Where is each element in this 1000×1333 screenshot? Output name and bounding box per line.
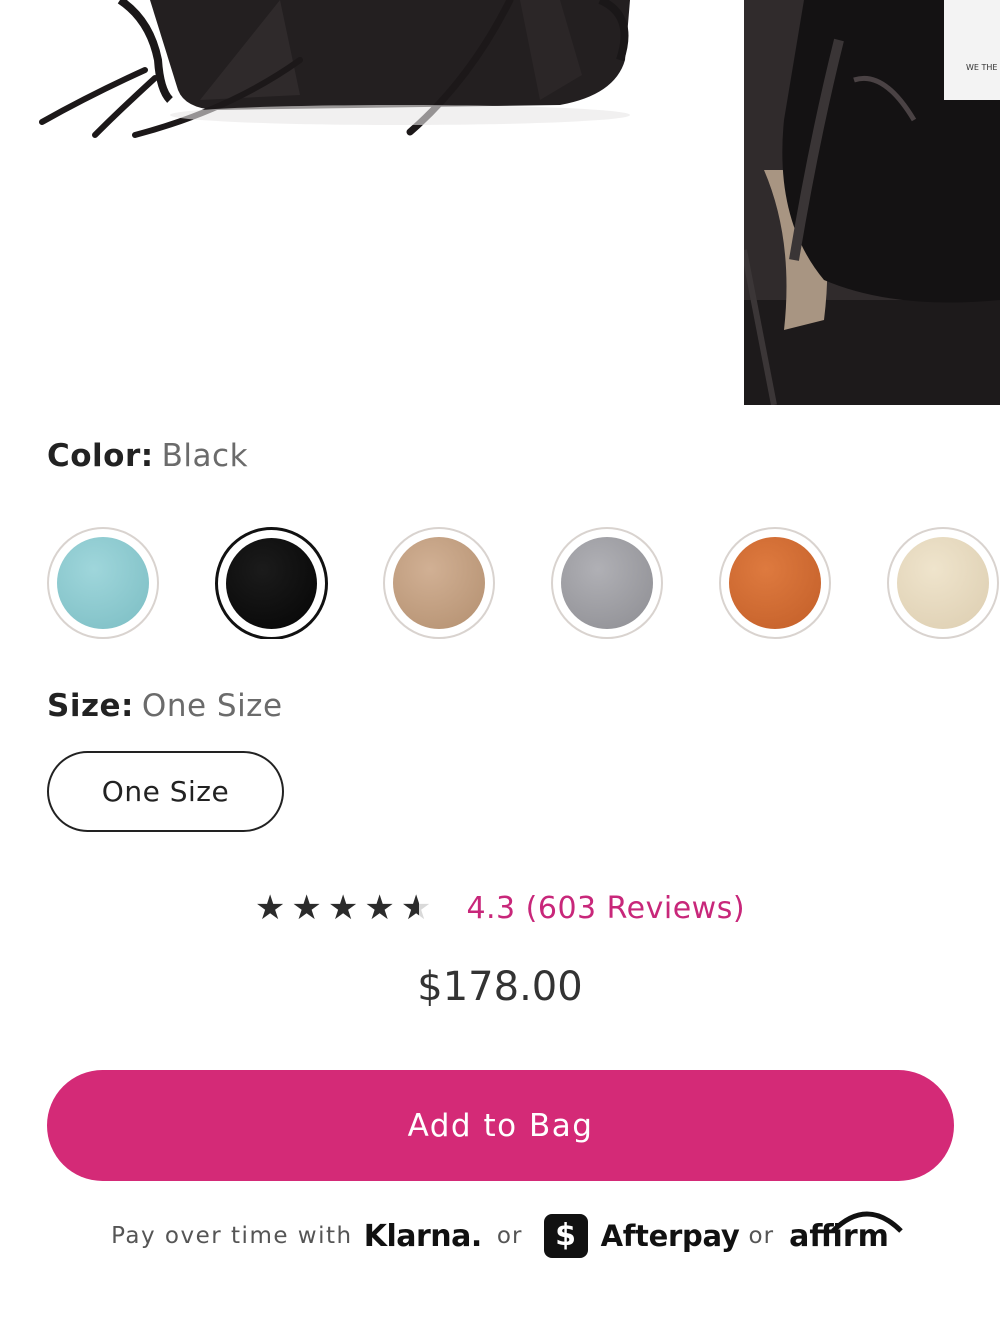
svg-text:WE THE: WE THE [966, 63, 997, 72]
rating-summary: ★★★★★ 4.3 (603 Reviews) [0, 888, 1000, 938]
swatch-cream-fill [897, 537, 989, 629]
swatch-grey[interactable] [551, 527, 663, 639]
bag-closeup-image: WE THE [744, 0, 1000, 405]
swatch-turquoise[interactable] [47, 527, 159, 639]
selected-size-value: One Size [141, 688, 283, 724]
size-label-key: Size: [47, 688, 134, 724]
color-label-key: Color: [47, 438, 154, 474]
payment-prefix-text: Pay over time with [111, 1223, 353, 1249]
size-option-one-size[interactable]: One Size [47, 751, 284, 832]
product-main-image[interactable] [0, 0, 720, 405]
payment-or-text: or [748, 1223, 775, 1249]
star-icon: ★ [254, 888, 292, 928]
swatch-orange[interactable] [719, 527, 831, 639]
product-detail-page: WE THE Color: Black Size: One Size One Siz… [0, 0, 1000, 1333]
affirm-logo[interactable]: affirm [789, 1211, 903, 1254]
payment-or-text: or [496, 1223, 523, 1249]
payment-options: Pay over time with Klarna. or $ Afterpay… [0, 1211, 1000, 1274]
reviews-link[interactable]: 4.3 (603 Reviews) [466, 891, 745, 926]
star-icon: ★ [327, 888, 365, 928]
bag-image [39, 0, 630, 138]
selected-color-value: Black [161, 438, 249, 474]
swatch-black[interactable] [215, 527, 328, 639]
product-thumbnail-image[interactable]: WE THE [744, 0, 1000, 405]
swatch-tan[interactable] [383, 527, 495, 639]
swatch-orange-fill [729, 537, 821, 629]
swatch-turquoise-fill [57, 537, 149, 629]
swatch-black-fill [226, 538, 317, 629]
swatch-cream[interactable] [887, 527, 999, 639]
size-label: Size: One Size [47, 688, 283, 724]
product-price: $178.00 [417, 964, 583, 1010]
star-half-icon: ★ [401, 888, 437, 928]
swatch-grey-fill [561, 537, 653, 629]
affirm-arc-icon [831, 1211, 903, 1233]
add-to-bag-button[interactable]: Add to Bag [47, 1070, 954, 1181]
klarna-logo[interactable]: Klarna. [364, 1219, 483, 1254]
color-label: Color: Black [47, 438, 248, 474]
star-icon: ★ [364, 888, 401, 928]
afterpay-logo[interactable]: Afterpay [601, 1219, 740, 1253]
afterpay-icon: $ [543, 1214, 588, 1258]
product-gallery: WE THE [0, 0, 1000, 405]
swatch-tan-fill [393, 537, 485, 629]
star-icon: ★ [291, 888, 328, 928]
color-swatches [47, 527, 1000, 639]
star-rating[interactable]: ★★★★★ [255, 888, 437, 928]
